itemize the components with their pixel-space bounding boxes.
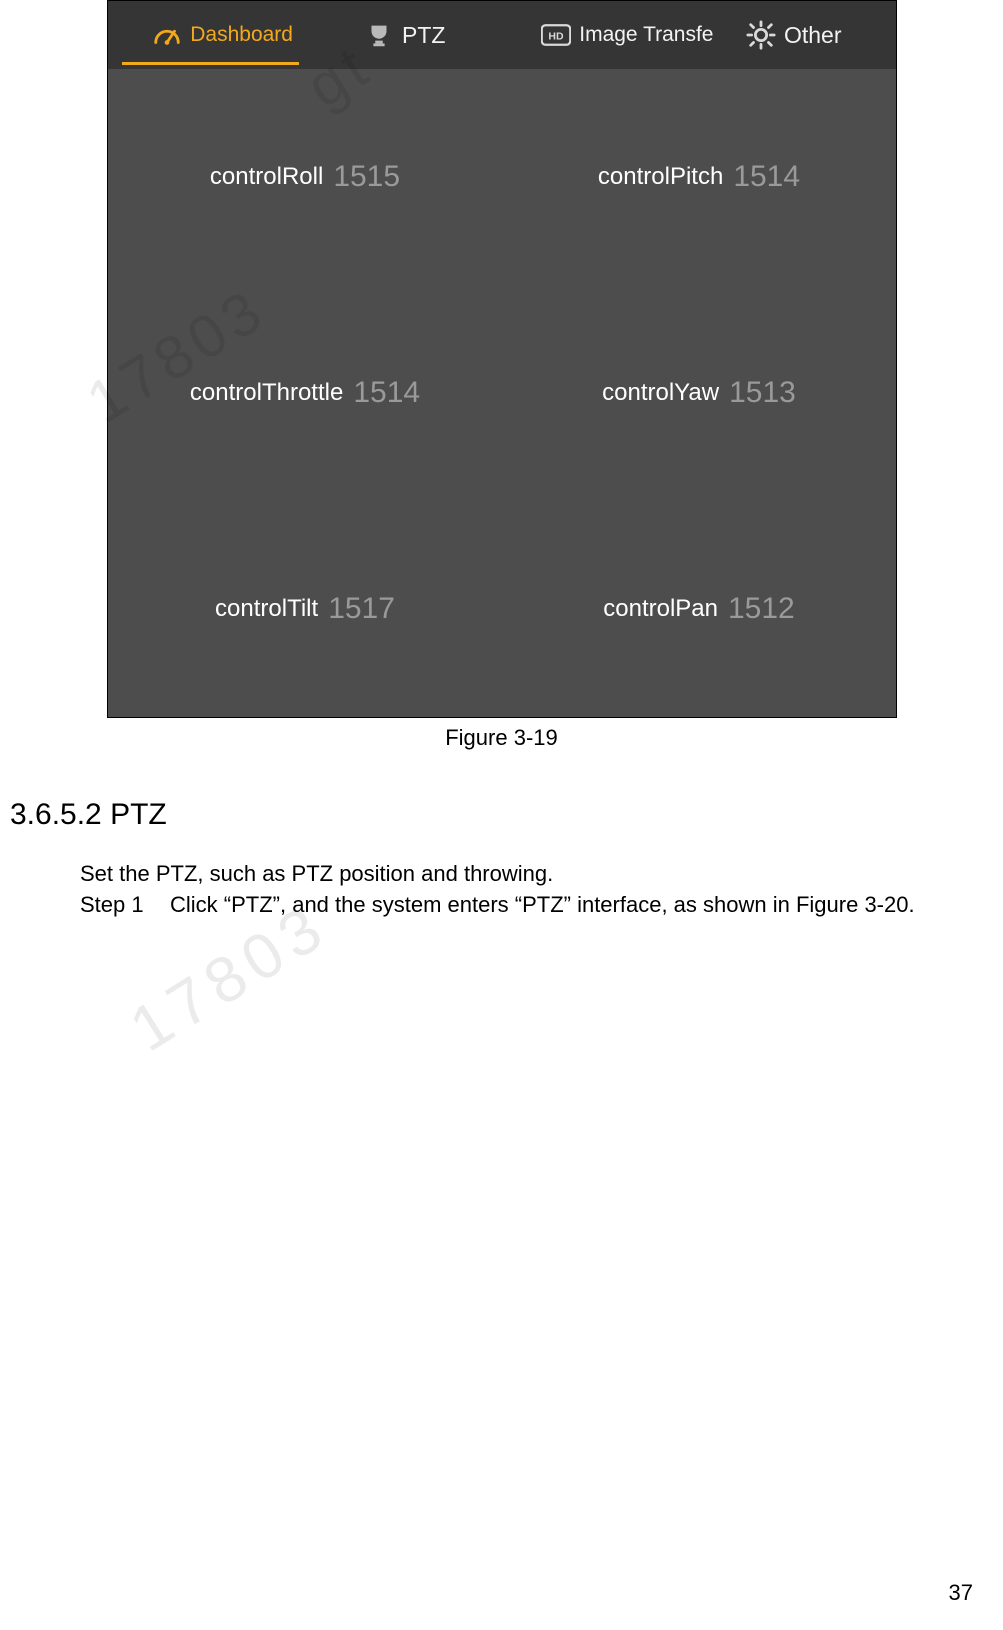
reading-controlroll: controlRoll 1515 [108,160,502,194]
reading-label: controlTilt [215,595,318,623]
section-heading: 3.6.5.2 PTZ [10,798,167,832]
tab-dashboard-label: Dashboard [190,24,268,46]
reading-value: 1514 [733,160,800,194]
reading-label: controlThrottle [190,379,343,407]
trophy-icon [364,20,394,50]
gauge-icon [152,20,182,50]
tab-ptz-label: PTZ [402,23,445,47]
hd-icon: HD [541,20,571,50]
figure-screenshot: Dashboard PTZ HD Image Transfe [107,0,897,718]
reading-controlyaw: controlYaw 1513 [502,376,896,410]
reading-label: controlPitch [598,163,723,191]
tab-ptz[interactable]: PTZ [311,1,500,69]
reading-controlpan: controlPan 1512 [502,592,896,626]
reading-value: 1512 [728,592,795,626]
reading-value: 1514 [353,376,420,410]
reading-label: controlRoll [210,163,323,191]
step-text: Click “PTZ”, and the system enters “PTZ”… [170,892,915,918]
tab-bar: Dashboard PTZ HD Image Transfe [108,1,896,69]
reading-value: 1515 [333,160,400,194]
reading-label: controlPan [603,595,718,623]
page-number: 37 [949,1580,973,1606]
reading-label: controlYaw [602,379,719,407]
reading-controlthrottle: controlThrottle 1514 [108,376,502,410]
app-screen: Dashboard PTZ HD Image Transfe [108,1,896,717]
svg-text:HD: HD [549,31,565,43]
tab-image-transfer[interactable]: HD Image Transfe [505,1,694,69]
step-label: Step 1 [80,892,144,918]
tab-image-transfer-label: Image Transfe [579,24,657,46]
reading-controltilt: controlTilt 1517 [108,592,502,626]
reading-value: 1513 [729,376,796,410]
reading-controlpitch: controlPitch 1514 [502,160,896,194]
readings-grid: controlRoll 1515 controlPitch 1514 contr… [108,69,896,717]
figure-caption: Figure 3-19 [0,725,1003,751]
tab-dashboard[interactable]: Dashboard [116,1,305,69]
gear-icon [746,20,776,50]
reading-value: 1517 [328,592,395,626]
tab-other[interactable]: Other [700,1,889,69]
section-paragraph: Set the PTZ, such as PTZ position and th… [80,858,553,890]
tab-other-label: Other [784,23,842,47]
